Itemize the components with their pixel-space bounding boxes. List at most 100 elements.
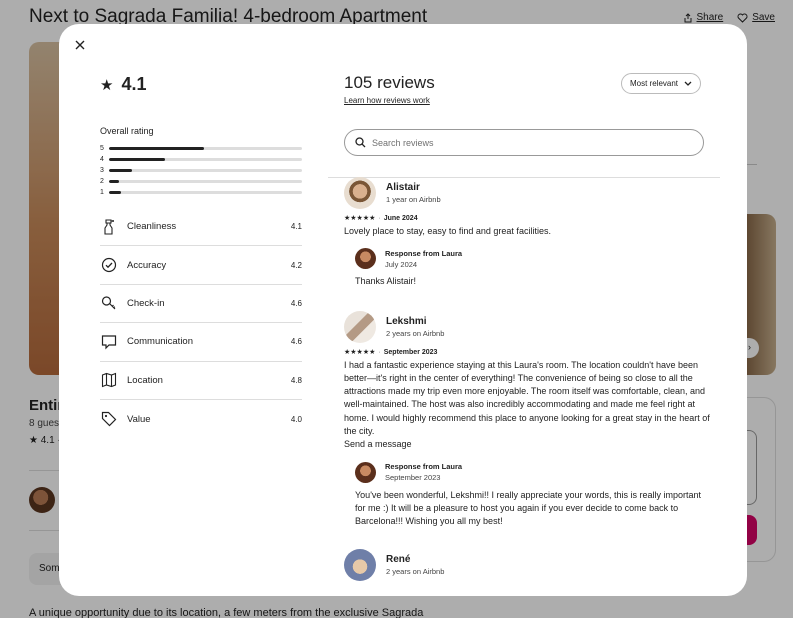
host-response: Response from Laura July 2024 Thanks Ali… bbox=[355, 248, 712, 288]
rating-bar-track bbox=[109, 158, 302, 161]
rating-bar-fill bbox=[109, 147, 204, 150]
rating-stars: ★★★★★ bbox=[344, 348, 376, 356]
reviewer-meta: 1 year on Airbnb bbox=[386, 195, 441, 204]
category-value: 4.6 bbox=[290, 337, 302, 347]
response-text: Thanks Alistair! bbox=[355, 276, 417, 287]
reviewer-meta: 2 years on Airbnb bbox=[386, 566, 445, 576]
reviewer-name: René bbox=[386, 553, 411, 565]
star-level-label: 2 bbox=[100, 178, 104, 185]
separator-dot: · bbox=[378, 215, 381, 222]
reviews-modal: ★ 4.1 Overall rating 5 4 3 2 1 Cleanliness 4.… bbox=[59, 24, 747, 596]
close-button[interactable] bbox=[73, 38, 87, 52]
search-reviews-field[interactable] bbox=[344, 129, 704, 156]
reviews-panel: 105 reviews Learn how reviews work Most … bbox=[328, 24, 720, 596]
category-label: Accuracy bbox=[127, 259, 167, 271]
sort-dropdown[interactable]: Most relevant bbox=[621, 73, 702, 94]
rating-distribution-row: 4 bbox=[100, 154, 302, 165]
star-level-label: 5 bbox=[100, 145, 104, 152]
reviews-list: Alistair 1 year on Airbnb ★★★★★ · June 202… bbox=[344, 177, 712, 581]
review-date: September 2023 bbox=[383, 348, 438, 356]
host-response: Response from Laura September 2023 You'v… bbox=[355, 461, 712, 529]
category-rating-value: Value 4.0 bbox=[100, 400, 302, 438]
review-rating: ★★★★★ · June 2024 bbox=[344, 214, 712, 222]
overall-rating-value: 4.1 bbox=[121, 74, 147, 94]
category-value: 4.6 bbox=[290, 298, 302, 308]
category-value: 4.1 bbox=[290, 222, 302, 232]
sort-label: Most relevant bbox=[630, 79, 679, 88]
chevron-down-icon bbox=[684, 81, 692, 86]
review-rating: ★★★★★ · September 2023 bbox=[344, 348, 712, 356]
rating-bar-fill bbox=[109, 191, 121, 194]
review-header: Lekshmi 2 years on Airbnb bbox=[344, 310, 712, 343]
spray-bottle-icon bbox=[100, 218, 118, 236]
check-circle-icon bbox=[100, 256, 118, 274]
review-date: June 2024 bbox=[383, 215, 418, 222]
response-title: Response from Laura bbox=[385, 462, 463, 472]
response-title: Response from Laura bbox=[385, 248, 463, 258]
rating-distribution-row: 2 bbox=[100, 176, 302, 187]
learn-how-reviews-work-link[interactable]: Learn how reviews work bbox=[344, 96, 430, 105]
rating-distribution-row: 3 bbox=[100, 165, 302, 176]
chat-bubble-icon bbox=[100, 333, 118, 351]
review-item: Lekshmi 2 years on Airbnb ★★★★★ · Septembe… bbox=[344, 310, 712, 529]
search-icon bbox=[355, 137, 366, 148]
category-rating-cleanliness: Cleanliness 4.1 bbox=[100, 208, 302, 247]
category-label: Communication bbox=[127, 336, 193, 348]
reviewer-avatar[interactable] bbox=[344, 548, 376, 581]
response-date: July 2024 bbox=[385, 259, 418, 269]
response-text: You've been wonderful, Lekshmi!! I reall… bbox=[355, 489, 702, 527]
overall-rating-title: Overall rating bbox=[100, 126, 154, 136]
reviewer-name: Alistair bbox=[386, 182, 420, 193]
review-text: I had a fantastic experience staying at … bbox=[344, 359, 710, 437]
category-ratings: Cleanliness 4.1 Accuracy 4.2 Check-in 4.6 Comm… bbox=[100, 208, 302, 438]
rating-bar-track bbox=[109, 180, 302, 183]
review-header: René 2 years on Airbnb bbox=[344, 548, 712, 581]
review-header: Alistair 1 year on Airbnb bbox=[344, 177, 712, 209]
response-header: Response from Laura July 2024 bbox=[355, 248, 712, 270]
rating-bar-fill bbox=[109, 180, 119, 183]
reviewer-name: Lekshmi bbox=[386, 315, 427, 327]
rating-distribution-row: 5 bbox=[100, 143, 302, 154]
overall-rating: ★ 4.1 bbox=[100, 74, 146, 95]
rating-bar-track bbox=[109, 147, 302, 150]
star-level-label: 4 bbox=[100, 156, 104, 163]
category-value: 4.0 bbox=[290, 414, 302, 424]
reviews-count: 105 reviews bbox=[344, 73, 435, 92]
rating-distribution: 5 4 3 2 1 bbox=[100, 143, 302, 198]
reviewer-meta: 2 years on Airbnb bbox=[386, 328, 445, 338]
rating-bar-fill bbox=[109, 158, 165, 161]
star-icon: ★ bbox=[100, 76, 114, 94]
close-icon bbox=[75, 40, 85, 50]
separator-dot: · bbox=[378, 348, 381, 356]
key-icon bbox=[100, 294, 118, 312]
category-label: Value bbox=[127, 413, 151, 425]
map-icon bbox=[100, 371, 118, 389]
category-rating-location: Location 4.8 bbox=[100, 362, 302, 400]
send-message-link[interactable]: Send a message bbox=[344, 438, 712, 451]
rating-bar-track bbox=[109, 191, 302, 194]
tag-icon bbox=[100, 410, 118, 428]
category-label: Location bbox=[127, 374, 163, 386]
category-label: Check-in bbox=[127, 297, 165, 309]
review-item: René 2 years on Airbnb bbox=[344, 548, 712, 581]
rating-bar-track bbox=[109, 169, 302, 172]
host-avatar[interactable] bbox=[355, 248, 376, 270]
reviewer-avatar[interactable] bbox=[344, 310, 376, 343]
search-input[interactable] bbox=[372, 137, 692, 148]
category-value: 4.8 bbox=[290, 375, 302, 385]
review-item: Alistair 1 year on Airbnb ★★★★★ · June 202… bbox=[344, 177, 712, 289]
response-date: September 2023 bbox=[385, 473, 441, 483]
star-level-label: 3 bbox=[100, 167, 104, 174]
rating-distribution-row: 1 bbox=[100, 187, 302, 198]
category-rating-accuracy: Accuracy 4.2 bbox=[100, 246, 302, 285]
category-label: Cleanliness bbox=[127, 221, 177, 233]
rating-stars: ★★★★★ bbox=[344, 215, 376, 222]
category-rating-check-in: Check-in 4.6 bbox=[100, 285, 302, 324]
star-level-label: 1 bbox=[100, 189, 104, 196]
response-header: Response from Laura September 2023 bbox=[355, 461, 712, 483]
category-value: 4.2 bbox=[290, 260, 302, 270]
category-rating-communication: Communication 4.6 bbox=[100, 323, 302, 362]
host-avatar[interactable] bbox=[355, 461, 376, 483]
review-text: Lovely place to stay, easy to find and g… bbox=[344, 226, 551, 236]
reviewer-avatar[interactable] bbox=[344, 177, 376, 209]
